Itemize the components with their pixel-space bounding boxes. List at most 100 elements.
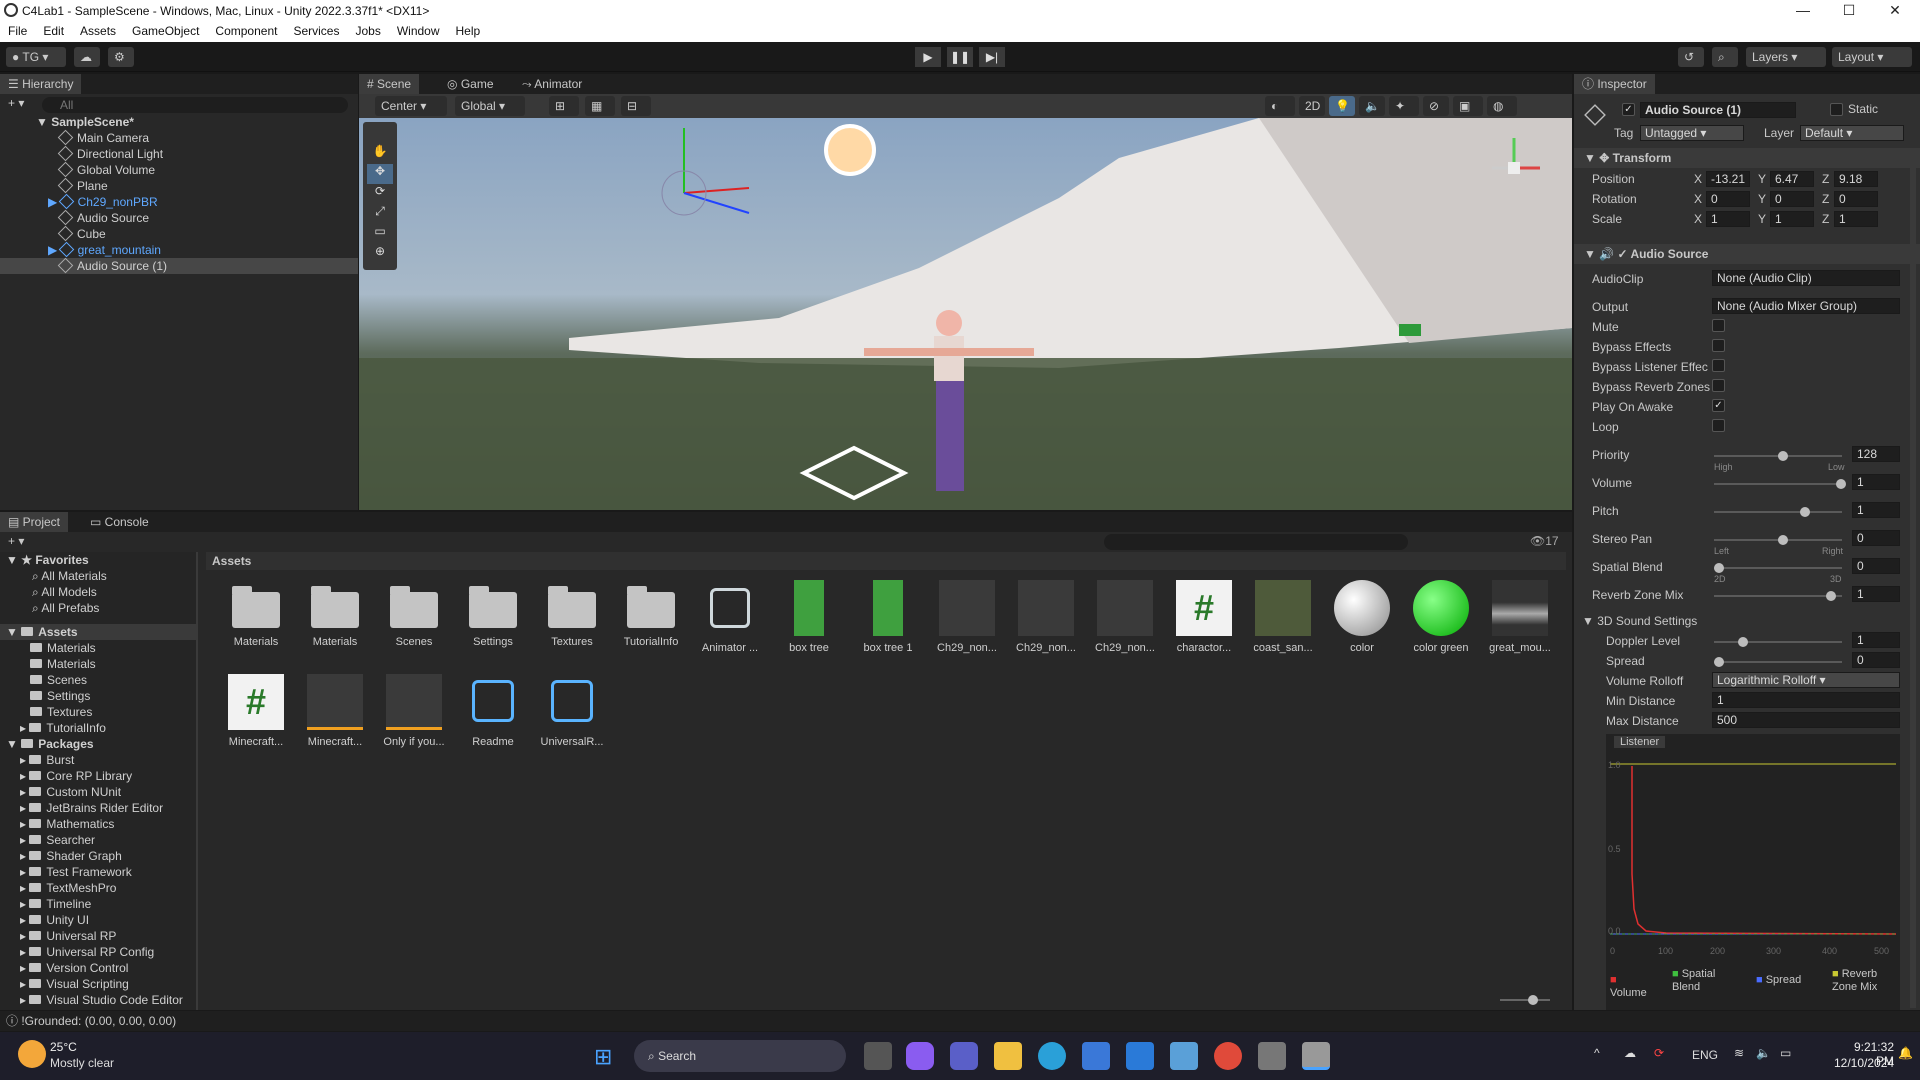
grid-snap-icon[interactable]: ⊞: [549, 96, 579, 116]
audio-source-header[interactable]: ▼ 🔊 ✓ Audio Source: [1574, 244, 1920, 264]
asset-tile[interactable]: Minecraft...: [299, 674, 371, 748]
reverb-zone-mix-slider[interactable]: [1714, 591, 1842, 601]
menu-assets[interactable]: Assets: [72, 22, 124, 42]
hierarchy-item-great-mountain[interactable]: ▶ great_mountain: [0, 241, 358, 258]
onedrive-icon[interactable]: ☁: [1624, 1046, 1636, 1060]
audio-toggle-icon[interactable]: 🔈: [1359, 96, 1385, 116]
transform-tool-icon[interactable]: ⊕: [367, 244, 393, 264]
scene-viewport[interactable]: ✋ ✥ ⟳ ⤢ ▭ ⊕: [359, 118, 1572, 510]
hierarchy-search-input[interactable]: All: [42, 97, 348, 113]
tag-dropdown[interactable]: Untagged ▾: [1640, 125, 1744, 141]
package-item[interactable]: ▸ Test Framework: [0, 864, 196, 880]
tree-folder[interactable]: Materials: [0, 656, 196, 672]
play-button[interactable]: ▶: [915, 47, 941, 67]
doppler-knob[interactable]: [1738, 637, 1748, 647]
spread-field[interactable]: 0: [1852, 652, 1900, 668]
package-item[interactable]: ▸ TextMeshPro: [0, 880, 196, 896]
stereo-pan-field[interactable]: 0: [1852, 530, 1900, 546]
asset-tile[interactable]: coast_san...: [1247, 580, 1319, 654]
asset-tile[interactable]: Animator ...: [694, 580, 766, 654]
rotation-x-field[interactable]: 0: [1706, 191, 1750, 207]
priority-knob[interactable]: [1778, 451, 1788, 461]
store-icon[interactable]: [1082, 1042, 1110, 1070]
pause-button[interactable]: ❚❚: [947, 47, 973, 67]
scale-x-field[interactable]: 1: [1706, 211, 1750, 227]
teams-icon[interactable]: [950, 1042, 978, 1070]
effects-toggle-icon[interactable]: ✦: [1389, 96, 1419, 116]
volume-slider[interactable]: [1714, 479, 1846, 489]
minimize-button[interactable]: —: [1780, 0, 1826, 22]
layout-dropdown[interactable]: Layout ▾: [1832, 47, 1912, 67]
history-icon[interactable]: ↺: [1678, 47, 1704, 67]
loop-checkbox[interactable]: [1712, 419, 1725, 432]
asset-tile[interactable]: box tree 1: [852, 580, 924, 654]
layer-dropdown[interactable]: Default ▾: [1800, 125, 1904, 141]
package-item[interactable]: ▸ Core RP Library: [0, 768, 196, 784]
tab-hierarchy[interactable]: ☰ Hierarchy: [0, 74, 82, 94]
sound3d-foldout[interactable]: ▼ 3D Sound Settings: [1582, 614, 1697, 628]
scale-tool-icon[interactable]: ⤢: [367, 204, 393, 224]
tree-folder[interactable]: Materials: [0, 640, 196, 656]
audioclip-field[interactable]: None (Audio Clip): [1712, 270, 1900, 286]
hierarchy-item-ch29[interactable]: ▶ Ch29_nonPBR: [0, 193, 358, 210]
favorites-header[interactable]: ▼ ★ Favorites: [0, 552, 196, 568]
asset-tile[interactable]: color green: [1405, 580, 1477, 654]
hierarchy-item-directional-light[interactable]: Directional Light: [0, 145, 358, 162]
add-object-button[interactable]: + ▾: [8, 96, 24, 110]
asset-tile[interactable]: Materials: [299, 580, 371, 648]
inspector-scrollbar[interactable]: [1910, 168, 1916, 1008]
project-breadcrumb[interactable]: Assets: [206, 552, 1566, 570]
tree-folder[interactable]: Scenes: [0, 672, 196, 688]
unity-editor-icon[interactable]: [1302, 1042, 1330, 1070]
rotate-tool-icon[interactable]: ⟳: [367, 184, 393, 204]
tab-game[interactable]: ◎ Game: [439, 74, 502, 94]
hierarchy-item-main-camera[interactable]: Main Camera: [0, 129, 358, 146]
reverb-zone-mix-knob[interactable]: [1826, 591, 1836, 601]
account-button[interactable]: ● TG ▾: [6, 47, 66, 67]
step-button[interactable]: ▶|: [979, 47, 1005, 67]
output-field[interactable]: None (Audio Mixer Group): [1712, 298, 1900, 314]
tree-folder[interactable]: ▸ TutorialInfo: [0, 720, 196, 736]
menu-file[interactable]: File: [0, 22, 35, 42]
space-dropdown[interactable]: Global ▾: [455, 96, 525, 116]
hierarchy-item-audio-source[interactable]: Audio Source: [0, 209, 358, 226]
position-x-field[interactable]: -13.21: [1706, 171, 1750, 187]
spatial-blend-slider[interactable]: [1714, 563, 1842, 573]
spread-knob[interactable]: [1714, 657, 1724, 667]
rotation-z-field[interactable]: 0: [1834, 191, 1878, 207]
scene-root-item[interactable]: ▼ SampleScene*: [0, 114, 358, 130]
tab-scene[interactable]: # Scene: [359, 74, 420, 94]
collab-icon[interactable]: ⚙: [108, 47, 134, 67]
menu-jobs[interactable]: Jobs: [347, 22, 388, 42]
camera-settings-icon[interactable]: ▣: [1453, 96, 1483, 116]
rect-tool-icon[interactable]: ▭: [367, 224, 393, 244]
project-search-input[interactable]: [1104, 534, 1408, 550]
volume-field[interactable]: 1: [1852, 474, 1900, 490]
lighting-toggle-icon[interactable]: 💡: [1329, 96, 1355, 116]
package-item[interactable]: ▸ Burst: [0, 752, 196, 768]
rolloff-graph[interactable]: Listener 1.0 0.5 0.0 0 100 200 300 400 5…: [1606, 734, 1900, 1010]
package-item[interactable]: ▸ Universal RP: [0, 928, 196, 944]
tab-project[interactable]: ▤ Project: [0, 512, 69, 532]
asset-tile[interactable]: Scenes: [378, 580, 450, 648]
menu-window[interactable]: Window: [389, 22, 448, 42]
menu-help[interactable]: Help: [448, 22, 489, 42]
asset-tile[interactable]: Ch29_non...: [1010, 580, 1082, 654]
volume-knob[interactable]: [1836, 479, 1846, 489]
task-view-icon[interactable]: [864, 1042, 892, 1070]
menu-component[interactable]: Component: [207, 22, 285, 42]
reverb-zone-mix-field[interactable]: 1: [1852, 586, 1900, 602]
active-checkbox[interactable]: ✓: [1622, 103, 1635, 116]
hierarchy-item-global-volume[interactable]: Global Volume: [0, 161, 358, 178]
shading-mode-icon[interactable]: ◐: [1265, 96, 1295, 116]
package-item[interactable]: ▸ Mathematics: [0, 816, 196, 832]
package-item[interactable]: ▸ Visual Studio Code Editor: [0, 992, 196, 1008]
asset-tile[interactable]: UniversalR...: [536, 674, 608, 748]
menu-edit[interactable]: Edit: [35, 22, 72, 42]
taskbar-search[interactable]: ⌕ Search: [634, 1040, 846, 1072]
bypass-effects-checkbox[interactable]: [1712, 339, 1725, 352]
toggle-2d-button[interactable]: 2D: [1299, 96, 1325, 116]
pivot-dropdown[interactable]: Center ▾: [375, 96, 447, 116]
position-z-field[interactable]: 9.18: [1834, 171, 1878, 187]
cloud-icon[interactable]: ☁: [74, 47, 100, 67]
